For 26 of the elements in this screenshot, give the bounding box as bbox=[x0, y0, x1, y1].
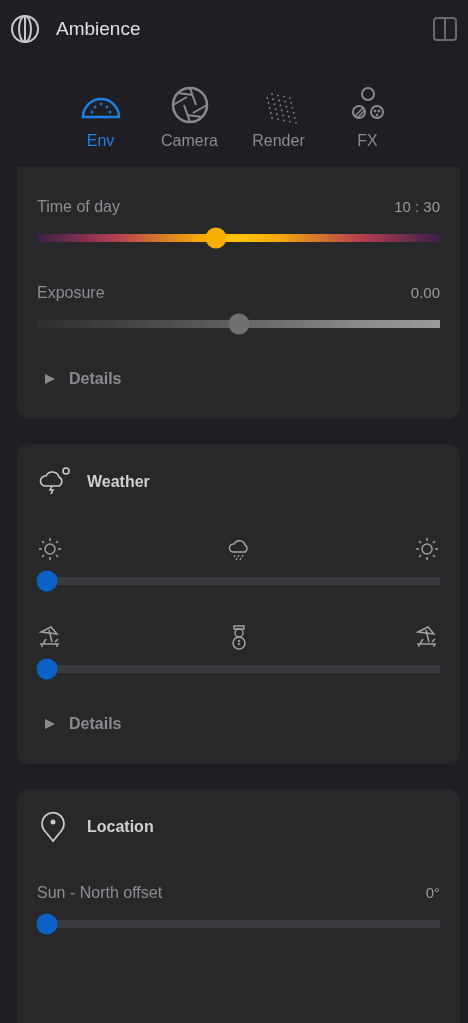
sun-icon bbox=[414, 536, 440, 562]
slider-value: 0° bbox=[425, 883, 440, 903]
slider-thumb[interactable] bbox=[36, 570, 58, 592]
sidebar-toggle-icon[interactable] bbox=[432, 16, 458, 42]
globe-icon bbox=[10, 14, 40, 44]
app-title: Ambience bbox=[56, 16, 141, 41]
slider-thumb[interactable] bbox=[205, 227, 226, 249]
slider-label: Time of day bbox=[37, 197, 120, 217]
caret-icon bbox=[45, 373, 55, 385]
tab[interactable]: Env bbox=[56, 85, 145, 153]
section-title: Location bbox=[87, 817, 154, 837]
slider-thumb[interactable] bbox=[228, 313, 249, 335]
tab[interactable]: Render bbox=[234, 85, 323, 153]
tab[interactable]: FX bbox=[323, 85, 412, 153]
caret-icon bbox=[45, 718, 55, 730]
details-toggle[interactable]: Details bbox=[45, 712, 122, 736]
tab[interactable]: Camera bbox=[145, 85, 234, 153]
section-title: Weather bbox=[87, 472, 150, 492]
slider-value: 10 : 30 bbox=[394, 197, 440, 217]
sun-icon bbox=[37, 536, 63, 562]
slider-thumb[interactable] bbox=[36, 913, 58, 935]
slider-thumb[interactable] bbox=[36, 658, 58, 680]
slider-value: 0.00 bbox=[410, 283, 440, 303]
details-toggle[interactable]: Details bbox=[45, 367, 122, 391]
slider-label: Exposure bbox=[37, 283, 105, 303]
slider-label: Sun - North offset bbox=[37, 883, 163, 903]
